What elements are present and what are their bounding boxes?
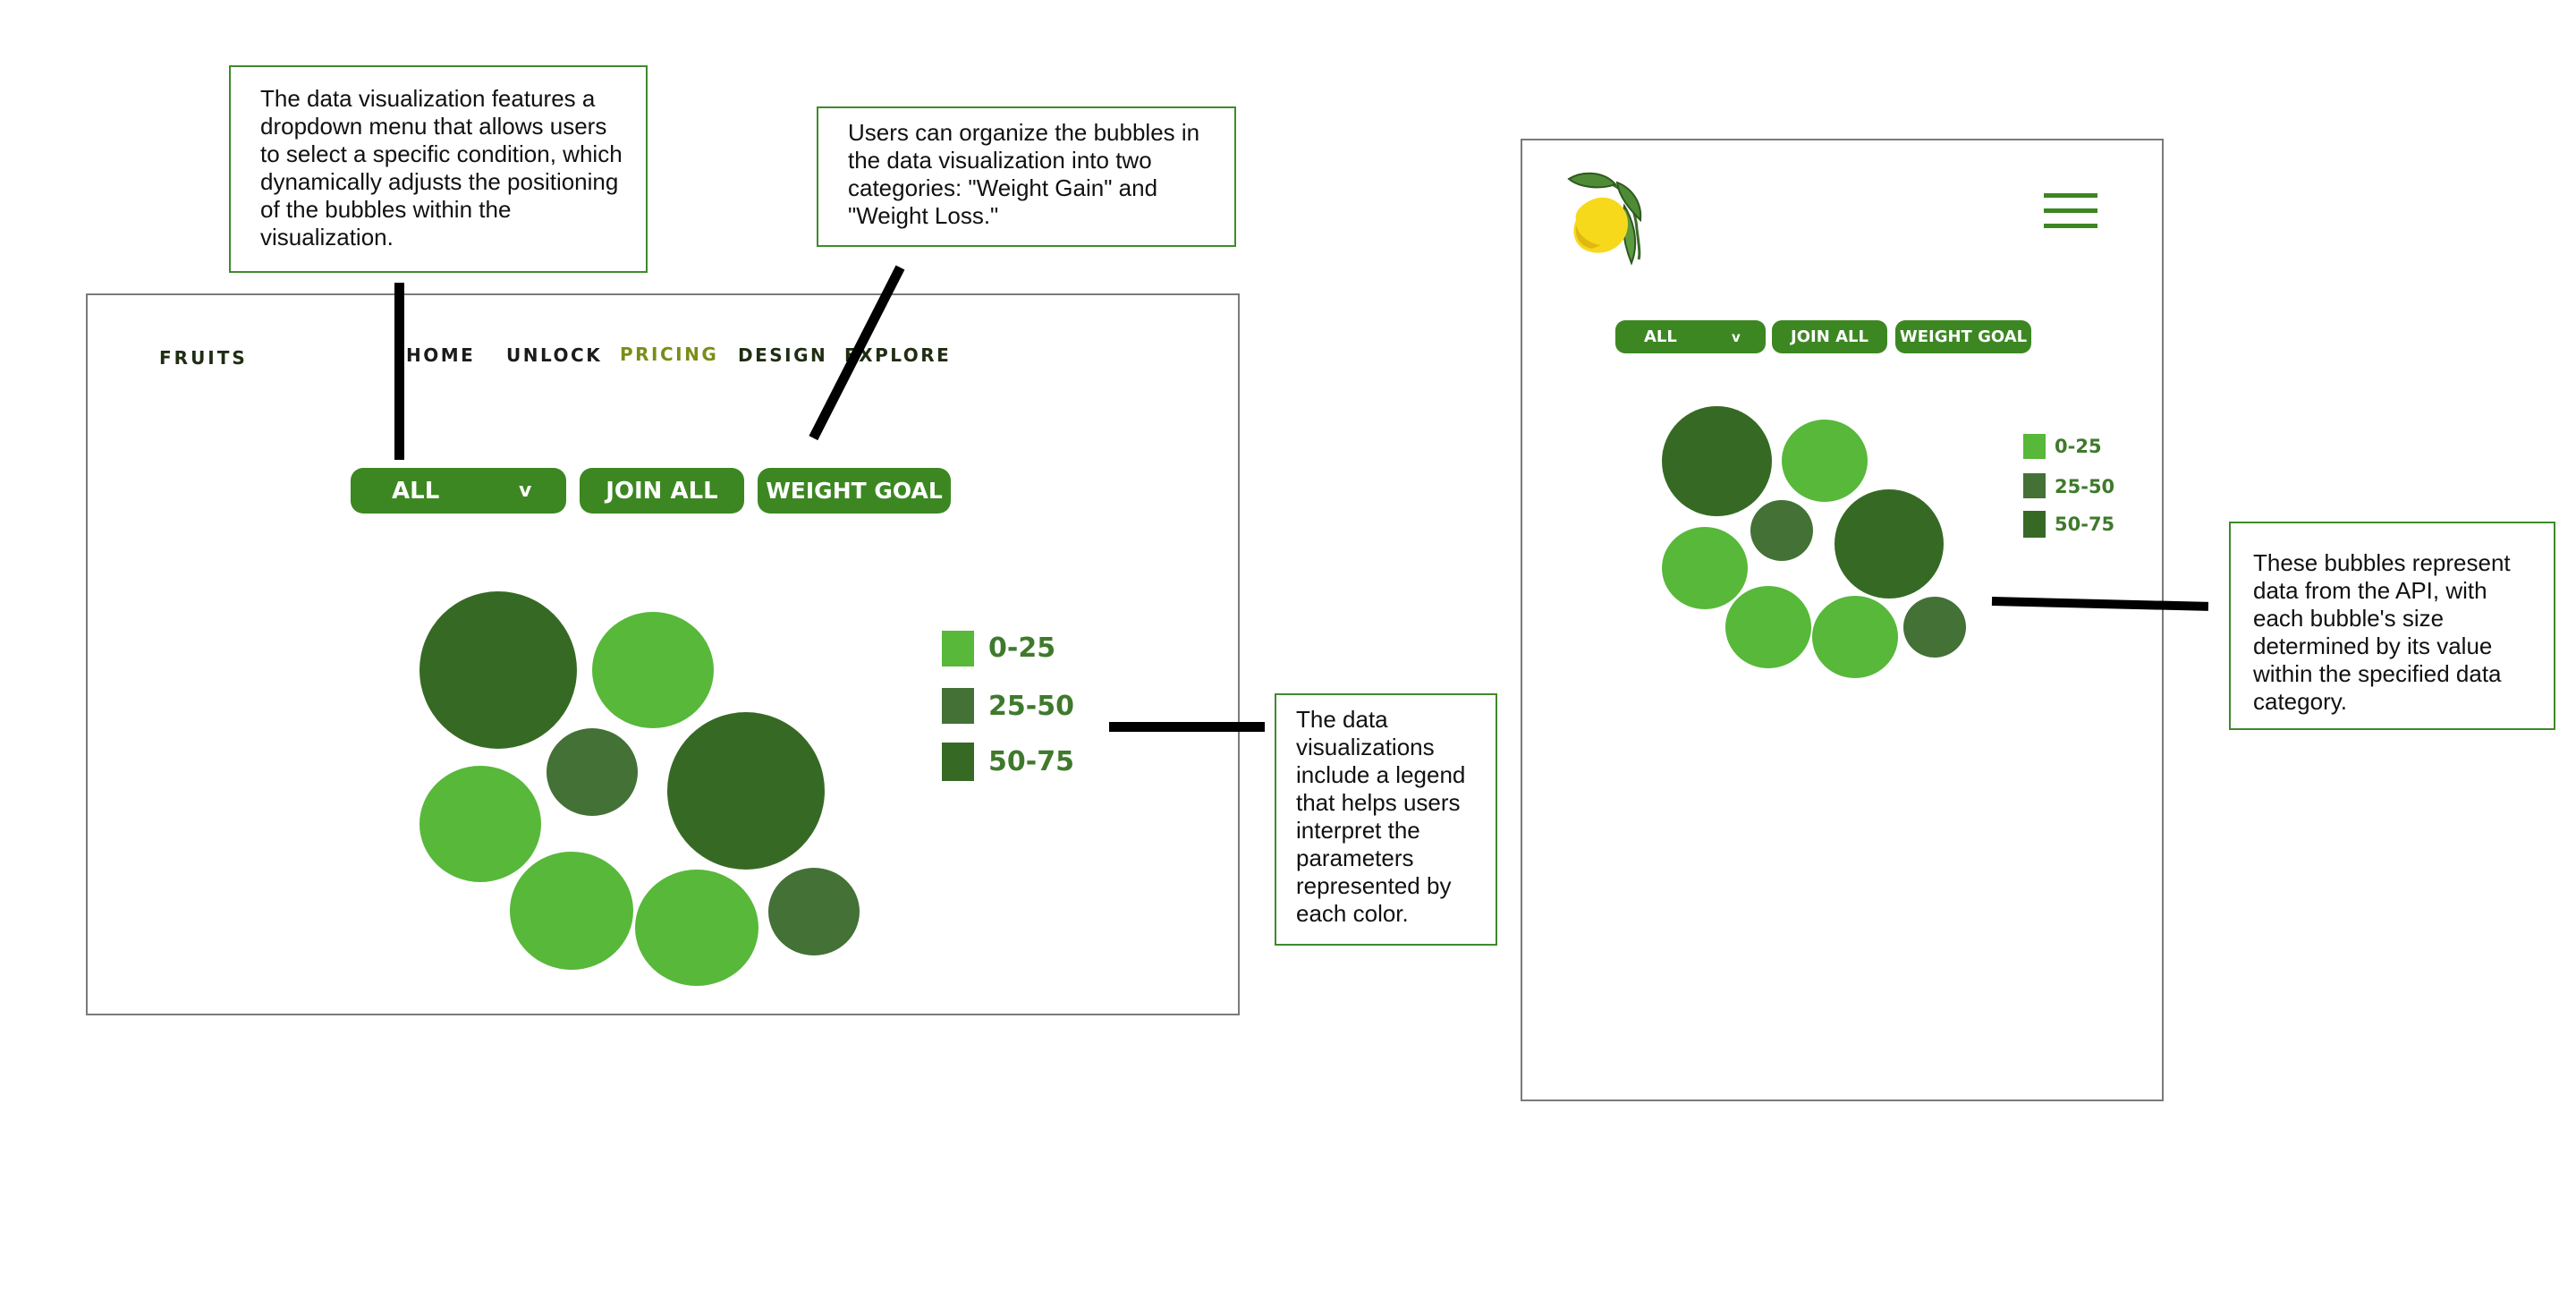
mobile-condition-dropdown[interactable]: ALL v — [1615, 320, 1766, 353]
bubble[interactable] — [547, 728, 638, 816]
callout-legend-text: The data visualizations include a legend… — [1296, 706, 1466, 927]
nav-pricing[interactable]: PRICING — [620, 344, 718, 365]
mobile-legend-label-50-75: 50-75 — [2055, 514, 2115, 535]
legend-swatch-0-25 — [942, 631, 974, 666]
bubble[interactable] — [635, 870, 758, 986]
mobile-legend-swatch-50-75 — [2023, 511, 2046, 538]
bubble[interactable] — [667, 712, 825, 870]
bubble[interactable] — [1782, 420, 1868, 502]
nav-unlock[interactable]: UNLOCK — [506, 344, 602, 366]
bubble[interactable] — [1835, 489, 1944, 599]
bubble[interactable] — [1812, 596, 1898, 678]
bubble[interactable] — [1662, 406, 1772, 516]
bubble[interactable] — [419, 591, 577, 749]
bubble[interactable] — [1903, 597, 1966, 658]
bubble[interactable] — [1725, 586, 1811, 668]
bubble[interactable] — [510, 852, 633, 970]
nav-home[interactable]: HOME — [406, 344, 475, 366]
bubble[interactable] — [1750, 500, 1813, 561]
bubble[interactable] — [1662, 527, 1748, 609]
connector-legend — [1109, 722, 1265, 732]
condition-dropdown[interactable]: ALL v — [351, 468, 566, 514]
chevron-down-icon: v — [1732, 328, 1741, 345]
dropdown-value: ALL — [392, 477, 440, 505]
bubble[interactable] — [419, 766, 541, 882]
mobile-legend-swatch-25-50 — [2023, 473, 2046, 498]
callout-legend: The data visualizations include a legend… — [1275, 693, 1497, 946]
mobile-legend-label-25-50: 25-50 — [2055, 476, 2115, 497]
weight-goal-button[interactable]: WEIGHT GOAL — [758, 468, 951, 514]
lemon-icon[interactable] — [1565, 170, 1651, 267]
brand-logo[interactable]: FRUITS — [159, 347, 248, 369]
mobile-weight-goal-button[interactable]: WEIGHT GOAL — [1895, 320, 2031, 353]
legend-swatch-50-75 — [942, 743, 974, 781]
mobile-legend-swatch-0-25 — [2023, 434, 2046, 459]
callout-dropdown-text: The data visualization features a dropdo… — [260, 85, 623, 250]
mobile-legend-label-0-25: 0-25 — [2055, 436, 2102, 457]
hamburger-menu-icon[interactable] — [2044, 191, 2097, 231]
connector-dropdown — [394, 283, 404, 460]
legend-label-0-25: 0-25 — [988, 633, 1056, 664]
legend-swatch-25-50 — [942, 688, 974, 724]
nav-design[interactable]: DESIGN — [738, 344, 827, 366]
mobile-dropdown-value: ALL — [1644, 327, 1677, 346]
bubble[interactable] — [768, 868, 860, 955]
mobile-join-all-button[interactable]: JOIN ALL — [1772, 320, 1887, 353]
callout-categories: Users can organize the bubbles in the da… — [817, 106, 1236, 247]
join-all-button[interactable]: JOIN ALL — [580, 468, 744, 514]
bubble[interactable] — [592, 612, 714, 728]
chevron-down-icon: v — [519, 480, 532, 502]
callout-dropdown: The data visualization features a dropdo… — [229, 65, 648, 273]
legend-label-25-50: 25-50 — [988, 691, 1074, 722]
legend-label-50-75: 50-75 — [988, 746, 1074, 777]
callout-bubbles: These bubbles represent data from the AP… — [2229, 522, 2555, 730]
callout-bubbles-text: These bubbles represent data from the AP… — [2253, 549, 2511, 715]
callout-categories-text: Users can organize the bubbles in the da… — [848, 119, 1200, 229]
